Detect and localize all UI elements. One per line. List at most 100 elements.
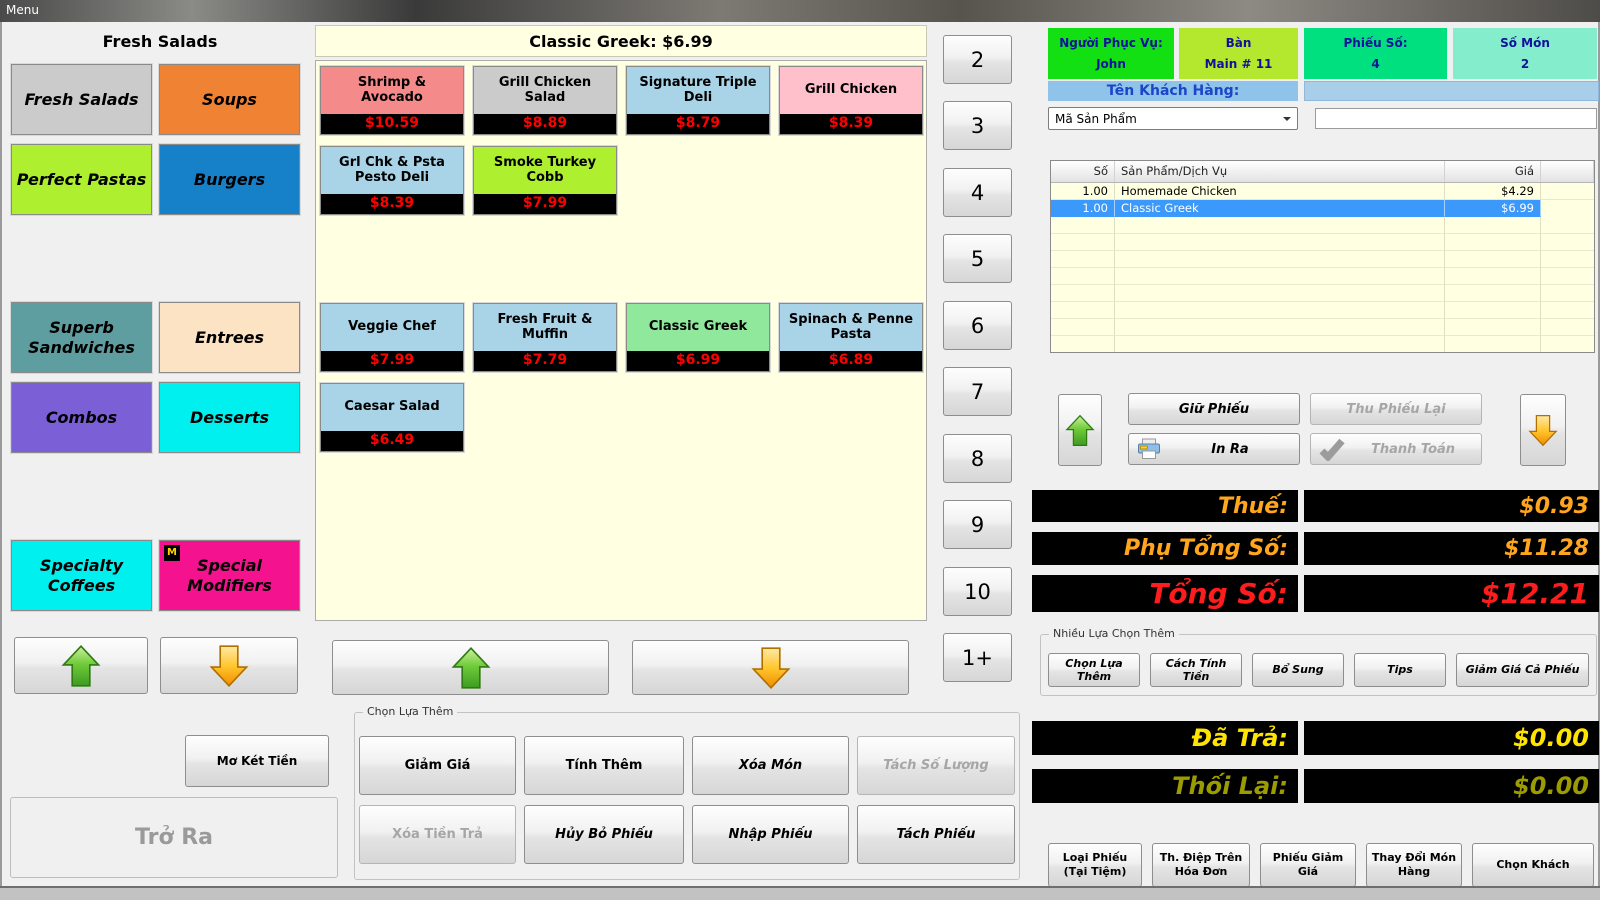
category-tile-specialty-coffees[interactable]: Specialty Coffees (11, 540, 152, 611)
quantity-label: 4 (971, 181, 984, 205)
customer-name-field[interactable] (1304, 81, 1599, 101)
menu-item-menu[interactable]: Menu (0, 3, 39, 17)
quantity-button-9[interactable]: 9 (943, 500, 1012, 549)
item-tile-grill-chicken[interactable]: Grill Chicken $8.39 (779, 66, 923, 135)
printer-icon (1137, 438, 1161, 460)
print-button[interactable]: In Ra (1128, 433, 1300, 465)
quantity-button-7[interactable]: 7 (943, 367, 1012, 416)
merge-ticket-button[interactable]: Nhập Phiếu (692, 805, 849, 864)
coupon-button[interactable]: Phiếu Giảm Giá (1260, 843, 1356, 887)
paid-value: $0.00 (1304, 721, 1599, 755)
table-infobox: Bàn Main # 11 (1179, 28, 1298, 79)
item-name: Spinach & Penne Pasta (780, 304, 922, 351)
pay-button[interactable]: Thanh Toán (1310, 433, 1482, 465)
quantity-button-10[interactable]: 10 (943, 567, 1012, 616)
split-quantity-button[interactable]: Tách Số Lượng (857, 736, 1015, 795)
order-scroll-up-button[interactable] (1058, 394, 1102, 466)
category-tile-entrees[interactable]: Entrees (159, 302, 300, 373)
line-options-group-title: Chọn Lựa Thêm (363, 705, 457, 718)
chevron-down-icon (1283, 117, 1291, 125)
ticket-type-button[interactable]: Loại Phiếu (Tại Tiệm) (1048, 843, 1142, 887)
check-icon (1319, 437, 1345, 461)
supplement-button[interactable]: Bổ Sung (1252, 653, 1344, 687)
order-row-product: Classic Greek (1115, 200, 1445, 217)
items-page-down-button[interactable] (632, 640, 909, 695)
product-code-dropdown[interactable]: Mã Sản Phẩm (1048, 107, 1298, 130)
print-label: In Ra (1161, 442, 1299, 457)
item-name: Classic Greek (627, 304, 769, 351)
order-row-qty: 1.00 (1051, 200, 1115, 217)
tips-button[interactable]: Tips (1354, 653, 1446, 687)
surcharge-button[interactable]: Tính Thêm (524, 736, 684, 795)
column-header-blank (1541, 161, 1594, 182)
discount-button[interactable]: Giảm Giá (359, 736, 516, 795)
product-code-input[interactable] (1315, 108, 1597, 129)
category-tile-perfect-pastas[interactable]: Perfect Pastas (11, 144, 152, 215)
item-name: Grl Chk & Psta Pesto Deli (321, 147, 463, 194)
item-name: Signature Triple Deli (627, 67, 769, 114)
category-label: Combos (46, 408, 117, 427)
category-tile-special-modifiers[interactable]: M Special Modifiers (159, 540, 300, 611)
quantity-button-5[interactable]: 5 (943, 234, 1012, 283)
delete-item-button[interactable]: Xóa Món (692, 736, 849, 795)
item-tile-smoke-turkey-cobb[interactable]: Smoke Turkey Cobb $7.99 (473, 146, 617, 215)
category-page-up-button[interactable] (14, 637, 148, 694)
split-ticket-button[interactable]: Tách Phiếu (857, 805, 1015, 864)
category-tile-combos[interactable]: Combos (11, 382, 152, 453)
open-drawer-button[interactable]: Mơ Két Tiền (185, 735, 329, 787)
back-button[interactable]: Trở Ra (10, 797, 338, 878)
category-panel-title: Fresh Salads (7, 28, 313, 56)
item-tile-grl-chk-psta-pesto-deli[interactable]: Grl Chk & Psta Pesto Deli $8.39 (320, 146, 464, 215)
order-row-selected[interactable]: 1.00 Classic Greek $6.99 (1051, 200, 1594, 217)
change-label: Thối Lại: (1032, 769, 1298, 803)
item-tile-fresh-fruit-muffin[interactable]: Fresh Fruit & Muffin $7.79 (473, 303, 617, 372)
quantity-button-2[interactable]: 2 (943, 35, 1012, 84)
hold-ticket-button[interactable]: Giữ Phiếu (1128, 393, 1300, 425)
category-label: Fresh Salads (25, 90, 139, 109)
arrow-up-icon (451, 646, 491, 690)
product-code-selected: Mã Sản Phẩm (1055, 112, 1137, 126)
quantity-button-1plus[interactable]: 1+ (943, 633, 1012, 682)
category-tile-burgers[interactable]: Burgers (159, 144, 300, 215)
category-label: Soups (202, 90, 257, 109)
ticket-discount-button[interactable]: Giảm Giá Cả Phiếu (1456, 653, 1589, 687)
order-row[interactable]: 1.00 Homemade Chicken $4.29 (1051, 183, 1594, 200)
category-tile-soups[interactable]: Soups (159, 64, 300, 135)
item-count-infobox: Số Món 2 (1453, 28, 1597, 79)
receipt-message-button[interactable]: Th. Điệp Trên Hóa Đơn (1152, 843, 1250, 887)
quantity-button-8[interactable]: 8 (943, 434, 1012, 483)
item-tile-spinach-penne-pasta[interactable]: Spinach & Penne Pasta $6.89 (779, 303, 923, 372)
order-scroll-down-button[interactable] (1520, 394, 1566, 466)
extra-choices-button[interactable]: Chọn Lựa Thêm (1048, 653, 1140, 687)
subtotal-label: Phụ Tổng Số: (1032, 532, 1298, 565)
order-table[interactable]: Số Sản Phẩm/Dịch Vụ Giá 1.00 Homemade Ch… (1050, 160, 1595, 353)
payment-method-button[interactable]: Cách Tính Tiền (1150, 653, 1242, 687)
void-ticket-button[interactable]: Hủy Bỏ Phiếu (524, 805, 684, 864)
category-page-down-button[interactable] (160, 637, 298, 694)
arrow-down-icon (751, 646, 791, 690)
delete-payment-button[interactable]: Xóa Tiền Trả (359, 805, 516, 864)
item-tile-caesar-salad[interactable]: Caesar Salad $6.49 (320, 383, 464, 452)
quantity-label: 7 (971, 380, 984, 404)
category-label: Specialty Coffees (12, 556, 151, 594)
category-tile-fresh-salads[interactable]: Fresh Salads (11, 64, 152, 135)
item-tile-shrimp-avocado[interactable]: Shrimp & Avocado $10.59 (320, 66, 464, 135)
items-page-up-button[interactable] (332, 640, 609, 695)
arrow-down-icon (209, 644, 249, 688)
item-tile-signature-triple-deli[interactable]: Signature Triple Deli $8.79 (626, 66, 770, 135)
select-customer-button[interactable]: Chọn Khách (1472, 843, 1594, 887)
quantity-button-3[interactable]: 3 (943, 101, 1012, 150)
change-item-button[interactable]: Thay Đổi Món Hàng (1366, 843, 1462, 887)
order-table-header: Số Sản Phẩm/Dịch Vụ Giá (1051, 161, 1594, 183)
selected-item-banner: Classic Greek: $6.99 (315, 25, 927, 57)
quantity-button-6[interactable]: 6 (943, 301, 1012, 350)
quantity-label: 3 (971, 114, 984, 138)
quantity-button-4[interactable]: 4 (943, 168, 1012, 217)
category-tile-superb-sandwiches[interactable]: Superb Sandwiches (11, 302, 152, 373)
customer-name-label: Tên Khách Hàng: (1048, 81, 1298, 101)
recall-ticket-button[interactable]: Thu Phiếu Lại (1310, 393, 1482, 425)
item-tile-grill-chicken-salad[interactable]: Grill Chicken Salad $8.89 (473, 66, 617, 135)
item-tile-classic-greek[interactable]: Classic Greek $6.99 (626, 303, 770, 372)
category-tile-desserts[interactable]: Desserts (159, 382, 300, 453)
item-tile-veggie-chef[interactable]: Veggie Chef $7.99 (320, 303, 464, 372)
